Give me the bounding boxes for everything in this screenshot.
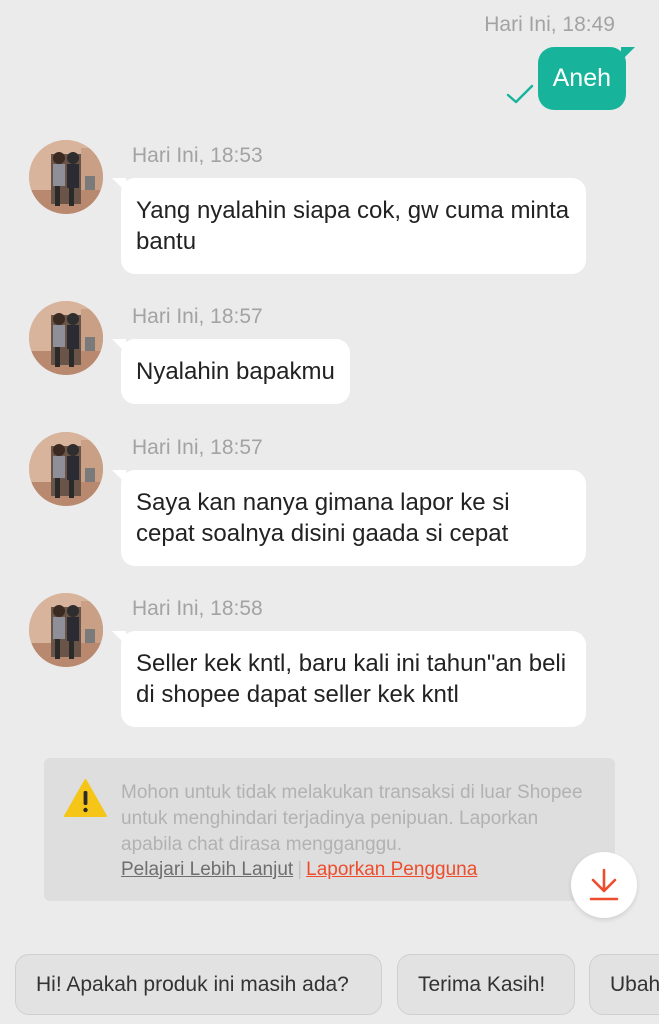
quick-reply-chip[interactable]: Terima Kasih!	[397, 954, 575, 1015]
quick-reply-chip[interactable]: Hi! Apakah produk ini masih ada?	[15, 954, 382, 1015]
report-user-link[interactable]: Laporkan Pengguna	[306, 859, 477, 880]
outgoing-message-text: Aneh	[552, 64, 611, 92]
notice-links: Pelajari Lebih Lanjut | Laporkan Pengguna	[121, 857, 477, 883]
message-text: Saya kan nanya gimana lapor ke si cepat …	[136, 489, 510, 547]
check-icon	[506, 84, 534, 104]
outgoing-message-bubble[interactable]: Aneh	[537, 47, 635, 110]
avatar[interactable]	[29, 140, 103, 214]
warning-icon	[64, 779, 107, 817]
message-timestamp: Hari Ini, 18:57	[132, 436, 263, 459]
quick-reply-chip[interactable]: Ubah	[589, 954, 659, 1015]
learn-more-link[interactable]: Pelajari Lebih Lanjut	[121, 859, 293, 880]
scroll-to-bottom-button[interactable]	[571, 852, 637, 918]
safety-notice: Mohon untuk tidak melakukan transaksi di…	[44, 758, 615, 901]
avatar[interactable]	[29, 432, 103, 506]
message-text: Seller kek kntl, baru kali ini tahun"an …	[136, 650, 567, 708]
avatar[interactable]	[29, 593, 103, 667]
message-timestamp: Hari Ini, 18:58	[132, 597, 263, 620]
outgoing-timestamp: Hari Ini, 18:49	[484, 13, 615, 36]
avatar[interactable]	[29, 301, 103, 375]
quick-reply-bar: Hi! Apakah produk ini masih ada? Terima …	[0, 952, 659, 1024]
arrow-down-icon	[589, 868, 619, 901]
message-bubble[interactable]: Saya kan nanya gimana lapor ke si cepat …	[112, 470, 586, 566]
message-bubble[interactable]: Seller kek kntl, baru kali ini tahun"an …	[112, 631, 586, 727]
message-bubble[interactable]: Yang nyalahin siapa cok, gw cuma minta b…	[112, 178, 586, 274]
message-text: Nyalahin bapakmu	[136, 358, 335, 385]
message-timestamp: Hari Ini, 18:57	[132, 305, 263, 328]
link-separator: |	[297, 859, 303, 880]
notice-text: Mohon untuk tidak melakukan transaksi di…	[121, 782, 583, 855]
message-text: Yang nyalahin siapa cok, gw cuma minta b…	[136, 197, 570, 255]
message-bubble[interactable]: Nyalahin bapakmu	[112, 339, 350, 404]
message-timestamp: Hari Ini, 18:53	[132, 144, 263, 167]
